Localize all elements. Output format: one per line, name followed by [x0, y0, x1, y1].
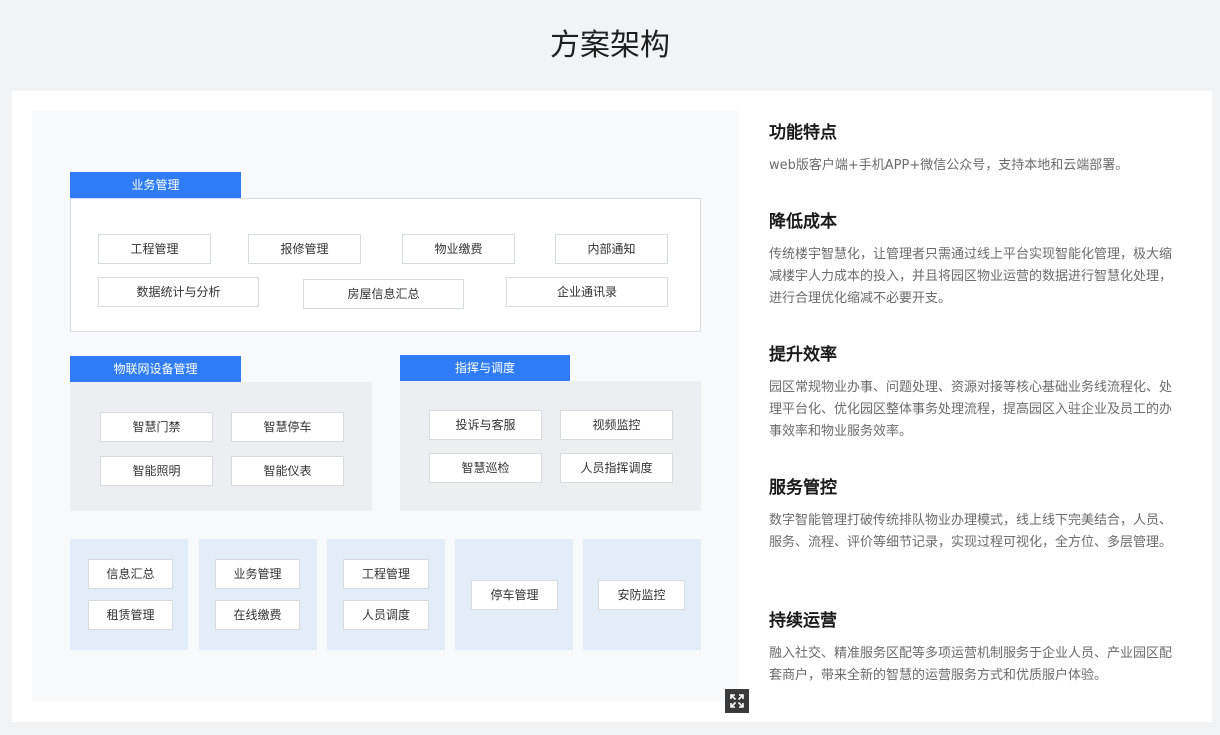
chip-parking-mgmt[interactable]: 停车管理: [471, 580, 558, 610]
feature-item: 功能特点 web版客户端+手机APP+微信公众号，支持本地和云端部署。: [769, 121, 1179, 177]
module-column: 安防监控: [583, 539, 701, 650]
chip-engineering[interactable]: 工程管理: [98, 234, 211, 264]
chip-staff-scheduling[interactable]: 人员调度: [343, 600, 429, 630]
module-column: 信息汇总 租赁管理: [70, 539, 188, 650]
command-section-header: 指挥与调度: [400, 355, 570, 381]
chip-smart-patrol[interactable]: 智慧巡检: [429, 453, 542, 483]
iot-section-body: 智慧门禁 智慧停车 智能照明 智能仪表: [70, 382, 372, 511]
chip-repair[interactable]: 报修管理: [248, 234, 361, 264]
feature-title: 功能特点: [769, 123, 837, 143]
chip-engineering-mgmt[interactable]: 工程管理: [343, 559, 429, 589]
chip-internal-notice[interactable]: 内部通知: [555, 234, 668, 264]
module-column: 停车管理: [455, 539, 573, 650]
business-section-body: 工程管理 报修管理 物业缴费 内部通知 数据统计与分析 房屋信息汇总 企业通讯录: [70, 198, 701, 332]
chip-video-monitoring[interactable]: 视频监控: [560, 410, 673, 440]
chip-enterprise-contacts[interactable]: 企业通讯录: [506, 277, 668, 307]
command-section-body: 投诉与客服 视频监控 智慧巡检 人员指挥调度: [400, 381, 701, 511]
chip-property-fee[interactable]: 物业缴费: [402, 234, 515, 264]
expand-icon[interactable]: [725, 689, 749, 713]
feature-title: 降低成本: [769, 212, 837, 232]
module-column: 工程管理 人员调度: [327, 539, 445, 650]
chip-complaints-service[interactable]: 投诉与客服: [429, 410, 542, 440]
feature-title: 服务管控: [769, 478, 837, 498]
chip-security-monitoring[interactable]: 安防监控: [598, 580, 685, 610]
feature-desc: web版客户端+手机APP+微信公众号，支持本地和云端部署。: [769, 158, 1129, 173]
chip-online-payment[interactable]: 在线缴费: [215, 600, 300, 630]
feature-title: 提升效率: [769, 345, 837, 365]
iot-section-header: 物联网设备管理: [70, 356, 241, 382]
feature-item: 服务管控 数字智能管理打破传统排队物业办理模式，线上线下完美结合，人员、服务、流…: [769, 476, 1179, 554]
business-section-header: 业务管理: [70, 172, 241, 198]
feature-desc: 融入社交、精准服务区配等多项运营机制服务于企业人员、产业园区配套商户，带来全新的…: [769, 646, 1173, 683]
chip-smart-meter[interactable]: 智能仪表: [231, 456, 344, 486]
feature-item: 降低成本 传统楼宇智慧化，让管理者只需通过线上平台实现智能化管理，极大缩减楼宇人…: [769, 210, 1179, 310]
page-title: 方案架构: [550, 28, 670, 63]
feature-desc: 园区常规物业办事、问题处理、资源对接等核心基础业务线流程化、处理平台化、优化园区…: [769, 380, 1173, 439]
chip-housing-info[interactable]: 房屋信息汇总: [303, 279, 464, 309]
chip-smart-lighting[interactable]: 智能照明: [100, 456, 213, 486]
chip-smart-parking[interactable]: 智慧停车: [231, 412, 344, 442]
chip-business-mgmt[interactable]: 业务管理: [215, 559, 300, 589]
feature-item: 持续运营 融入社交、精准服务区配等多项运营机制服务于企业人员、产业园区配套商户，…: [769, 609, 1179, 687]
feature-desc: 传统楼宇智慧化，让管理者只需通过线上平台实现智能化管理，极大缩减楼宇人力成本的投…: [769, 247, 1173, 306]
chip-staff-dispatch[interactable]: 人员指挥调度: [560, 453, 673, 483]
chip-info-summary[interactable]: 信息汇总: [88, 559, 173, 589]
architecture-diagram: 业务管理 工程管理 报修管理 物业缴费 内部通知 数据统计与分析 房屋信息汇总 …: [32, 111, 749, 713]
feature-item: 提升效率 园区常规物业办事、问题处理、资源对接等核心基础业务线流程化、处理平台化…: [769, 343, 1179, 443]
module-column: 业务管理 在线缴费: [199, 539, 317, 650]
chip-leasing[interactable]: 租赁管理: [88, 600, 173, 630]
chip-smart-access[interactable]: 智慧门禁: [100, 412, 213, 442]
feature-desc: 数字智能管理打破传统排队物业办理模式，线上线下完美结合，人员、服务、流程、评价等…: [769, 513, 1173, 550]
feature-title: 持续运营: [769, 611, 837, 631]
chip-data-analysis[interactable]: 数据统计与分析: [98, 277, 259, 307]
architecture-card: 业务管理 工程管理 报修管理 物业缴费 内部通知 数据统计与分析 房屋信息汇总 …: [12, 91, 1212, 722]
